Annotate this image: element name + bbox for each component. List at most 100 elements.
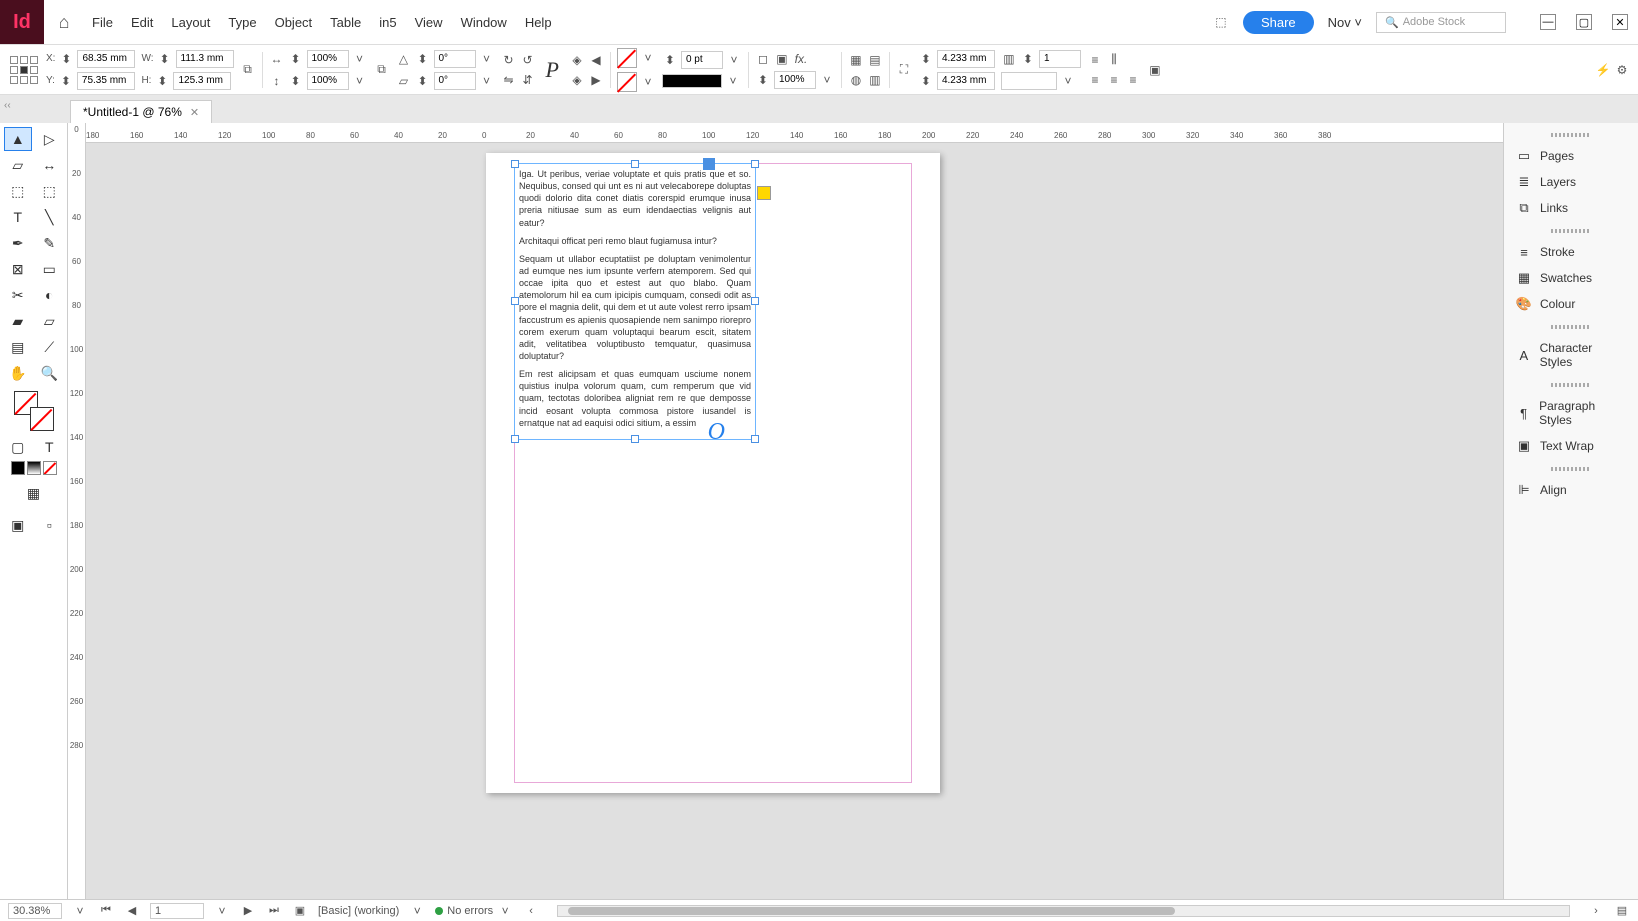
fill-none-icon[interactable]	[617, 48, 637, 68]
y-field[interactable]: 75.35 mm	[77, 72, 135, 90]
open-icon[interactable]: ▣	[292, 904, 308, 917]
document-tab[interactable]: *Untitled-1 @ 76% ✕	[70, 100, 212, 123]
profile-drop[interactable]: ˅	[409, 903, 425, 919]
collapse-left-icon[interactable]: ‹‹	[4, 100, 11, 111]
last-page-button[interactable]: ⏭	[266, 904, 282, 917]
workspace-dropdown[interactable]: Nov ˅	[1328, 15, 1362, 30]
menu-file[interactable]: File	[92, 15, 113, 30]
constrain-scale-icon[interactable]: ⧉	[374, 62, 390, 78]
home-icon[interactable]: ⌂	[44, 12, 84, 33]
menu-table[interactable]: Table	[330, 15, 361, 30]
canvas[interactable]: 1801601401201008060402002040608010012014…	[86, 123, 1503, 899]
object-style-field[interactable]	[1001, 72, 1057, 90]
constrain-wh-icon[interactable]: ⧉	[240, 62, 256, 78]
type-tool[interactable]: T	[4, 205, 32, 229]
selection-handle[interactable]	[511, 435, 519, 443]
x-field[interactable]: 68.35 mm	[77, 50, 135, 68]
panel-grip-icon[interactable]	[1551, 467, 1591, 471]
text-frame[interactable]: Iga. Ut peribus, veriae voluptate et qui…	[514, 163, 756, 440]
stepper-icon[interactable]: ⬍	[58, 51, 74, 67]
reference-point[interactable]	[8, 54, 40, 86]
select-next-icon[interactable]: ▶	[588, 72, 604, 88]
scale-y-drop[interactable]: ˅	[352, 73, 368, 89]
stepper-icon[interactable]: ⬍	[288, 73, 304, 89]
h-field[interactable]: 125.3 mm	[173, 72, 231, 90]
vert-just-bottom-icon[interactable]: ≡	[1106, 72, 1122, 88]
fx-icon[interactable]: fx.	[793, 51, 809, 67]
scale-x-drop[interactable]: ˅	[352, 51, 368, 67]
apply-color-icon[interactable]	[11, 461, 25, 475]
errors-drop[interactable]: ˅	[497, 903, 513, 919]
scale-y-field[interactable]: 100%	[307, 72, 349, 90]
zoom-drop[interactable]: ˅	[72, 903, 88, 919]
rotation-field[interactable]: 0°	[434, 50, 476, 68]
stroke-style-field[interactable]	[662, 74, 722, 88]
rectangle-tool[interactable]: ▭	[35, 257, 63, 281]
note-tool[interactable]: ▤	[4, 335, 32, 359]
scroll-left-button[interactable]: ‹	[523, 905, 539, 917]
columns-field[interactable]: 1	[1039, 50, 1081, 68]
menu-layout[interactable]: Layout	[171, 15, 210, 30]
stepper-icon[interactable]: ⬍	[1020, 51, 1036, 67]
opacity-field[interactable]: 100%	[774, 71, 816, 89]
stepper-icon[interactable]: ⬍	[288, 51, 304, 67]
text-frame-options-icon[interactable]: ▣	[1147, 62, 1163, 78]
screen-mode-icon[interactable]: ⬚	[1213, 14, 1229, 30]
panel-stroke[interactable]: ≡Stroke	[1504, 239, 1638, 265]
flip-h-icon[interactable]: ⇋	[501, 72, 517, 88]
line-tool[interactable]: ╲	[35, 205, 63, 229]
selection-handle[interactable]	[511, 297, 519, 305]
stroke-weight-drop[interactable]: ˅	[726, 52, 742, 68]
formatting-container-icon[interactable]: ▢	[4, 435, 32, 459]
menu-object[interactable]: Object	[275, 15, 313, 30]
rotate-cw-icon[interactable]: ↻	[501, 52, 517, 68]
minimize-button[interactable]: —	[1540, 14, 1556, 30]
content-collector-tool[interactable]: ⬚	[4, 179, 32, 203]
shear-drop[interactable]: ˅	[479, 73, 495, 89]
scale-x-field[interactable]: 100%	[307, 50, 349, 68]
vert-just-center-icon[interactable]: ≡	[1087, 72, 1103, 88]
balance-cols-icon[interactable]: ⫼	[1106, 52, 1122, 68]
selection-handle[interactable]	[751, 160, 759, 168]
panel-text-wrap[interactable]: ▣Text Wrap	[1504, 433, 1638, 459]
stepper-icon[interactable]: ⬍	[58, 73, 74, 89]
view-mode-icon[interactable]: ▦	[20, 481, 48, 505]
menu-view[interactable]: View	[415, 15, 443, 30]
panel-swatches[interactable]: ▦Swatches	[1504, 265, 1638, 291]
apply-none-icon[interactable]	[43, 461, 57, 475]
selection-handle[interactable]	[751, 297, 759, 305]
preflight-status[interactable]: No errors ˅	[435, 903, 513, 919]
panel-colour[interactable]: 🎨Colour	[1504, 291, 1638, 317]
menu-edit[interactable]: Edit	[131, 15, 153, 30]
direct-selection-tool[interactable]: ▷	[35, 127, 63, 151]
panel-grip-icon[interactable]	[1551, 229, 1591, 233]
lightning-icon[interactable]: ⚡	[1595, 62, 1611, 78]
fit-w-field[interactable]: 4.233 mm	[937, 50, 995, 68]
corner-icon[interactable]: ◻	[755, 51, 771, 67]
w-field[interactable]: 111.3 mm	[176, 50, 234, 68]
page-drop[interactable]: ˅	[214, 903, 230, 919]
vert-just-justify-icon[interactable]: ≡	[1125, 72, 1141, 88]
text-wrap-jump-icon[interactable]: ▥	[867, 72, 883, 88]
fill-stroke-swatch[interactable]	[14, 391, 54, 431]
screen-mode-tool[interactable]: ▣	[4, 513, 32, 537]
content-placer-tool[interactable]: ⬚	[35, 179, 63, 203]
object-style-drop[interactable]: ˅	[1060, 73, 1076, 89]
scrollbar-thumb[interactable]	[568, 907, 1175, 915]
next-page-button[interactable]: ▶	[240, 904, 256, 917]
rectangle-frame-tool[interactable]: ⊠	[4, 257, 32, 281]
stroke-drop[interactable]: ˅	[640, 74, 656, 90]
stepper-icon[interactable]: ⬍	[918, 51, 934, 67]
free-transform-tool[interactable]: ◐	[35, 283, 63, 307]
fit-h-field[interactable]: 4.233 mm	[937, 72, 995, 90]
preflight-profile[interactable]: [Basic] (working)	[318, 905, 399, 917]
shear-field[interactable]: 0°	[434, 72, 476, 90]
rotate-ccw-icon[interactable]: ↺	[520, 52, 536, 68]
horizontal-scrollbar[interactable]	[557, 905, 1570, 917]
stroke-none-icon[interactable]	[617, 72, 637, 92]
select-content-icon[interactable]: ◈	[569, 72, 585, 88]
flip-v-icon[interactable]: ⇵	[520, 72, 536, 88]
adobe-stock-search[interactable]: 🔍 Adobe Stock	[1376, 12, 1506, 33]
opacity-stepper[interactable]: ⬍	[755, 72, 771, 88]
vert-just-top-icon[interactable]: ≡	[1087, 52, 1103, 68]
